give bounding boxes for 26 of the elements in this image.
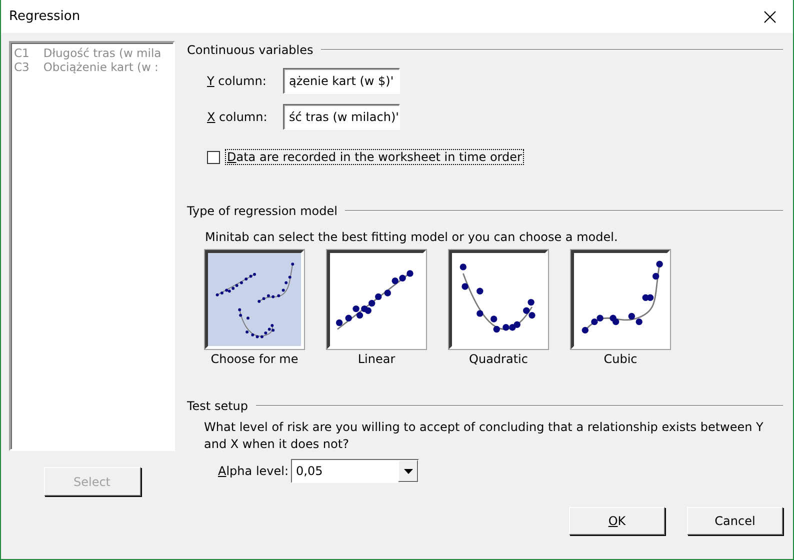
column-name: Długość tras (w mila <box>43 46 162 60</box>
column-name: Obciążenie kart (w : <box>43 60 158 74</box>
window-title: Regression <box>9 9 80 24</box>
field-label: X column: <box>207 110 268 124</box>
group-title: Type of regression model <box>187 204 338 218</box>
column-id: C1 <box>14 46 30 60</box>
field-label: Y column: <box>207 74 268 88</box>
model-label: Linear <box>358 352 396 366</box>
dialog-button[interactable]: Cancel <box>687 507 783 535</box>
column-field[interactable]: ść tras (w milach)' <box>283 104 400 130</box>
field-label: Alpha level: <box>218 464 290 478</box>
checkbox[interactable] <box>207 150 220 164</box>
description-text: Minitab can select the best fitting model or you can choose a model. <box>205 230 619 244</box>
column-id: C3 <box>14 60 30 74</box>
dialog-button[interactable]: OK <box>569 507 665 535</box>
caret-icon <box>404 468 412 474</box>
model-label: Quadratic <box>469 352 528 366</box>
checkbox-label: Data are recorded in the worksheet in time order <box>226 150 523 164</box>
question-text: What level of risk are you willing to accept of concluding that a relationship exists between Y and X when it does not? <box>203 419 764 453</box>
model-label: Choose for me <box>210 352 298 366</box>
group-title: Test setup <box>187 399 248 413</box>
column-field[interactable]: ążenie kart (w $)' <box>283 68 400 94</box>
model-label: Cubic <box>604 352 638 366</box>
alpha-dropdown[interactable]: 0,05 <box>291 459 419 483</box>
close-icon <box>764 10 776 22</box>
group-title: Continuous variables <box>187 43 314 57</box>
